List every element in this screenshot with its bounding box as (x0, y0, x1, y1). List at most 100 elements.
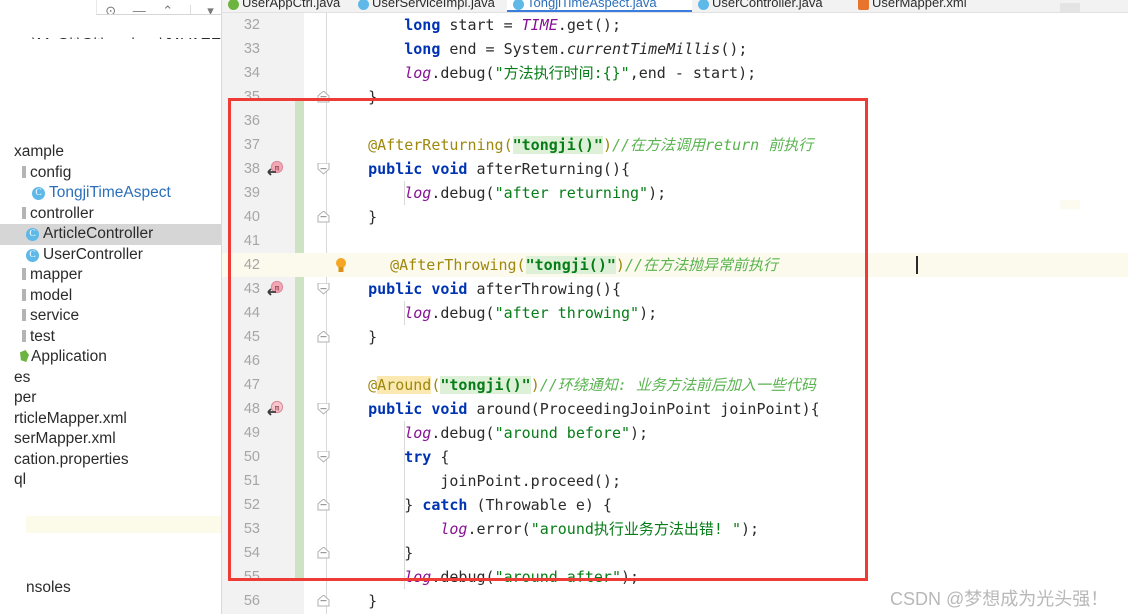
code-fold-start-icon[interactable] (317, 283, 330, 295)
project-tree[interactable]: xample config C TongjiTimeAspect controller C… (0, 142, 222, 491)
code-line[interactable]: 53 log.error("around执行业务方法出错! "); (222, 517, 1128, 541)
code-text[interactable]: public void around(ProceedingJoinPoint j… (332, 397, 820, 421)
code-line[interactable]: 41 (222, 229, 1128, 253)
tree-item-controller[interactable]: controller (0, 204, 222, 225)
tree-item-label: rticleMapper.xml (14, 409, 127, 427)
code-line[interactable]: 39 log.debug("after returning"); (222, 181, 1128, 205)
code-line[interactable]: 45 } (222, 325, 1128, 349)
code-line[interactable]: 32 long start = TIME.get(); (222, 13, 1128, 37)
tree-item-tongjitimeaspect[interactable]: C TongjiTimeAspect (0, 183, 222, 204)
code-lines[interactable]: 32 long start = TIME.get(); 33 long end =… (222, 13, 1128, 614)
code-fold-end-icon[interactable] (317, 331, 330, 343)
tree-item-rticlemapper-xml[interactable]: rticleMapper.xml (0, 409, 222, 430)
code-text[interactable]: joinPoint.proceed(); (332, 469, 621, 493)
tree-item-application[interactable]: Application (0, 347, 222, 368)
code-text[interactable]: } catch (Throwable e) { (332, 493, 612, 517)
code-line[interactable]: 33 long end = System.currentTimeMillis()… (222, 37, 1128, 61)
minimize-icon[interactable]: — (133, 4, 146, 14)
collapse-all-icon[interactable]: ⌃ (162, 4, 173, 14)
sidebar-consoles-row[interactable]: nsoles (0, 578, 222, 598)
code-line[interactable]: 49 log.debug("around before"); (222, 421, 1128, 445)
code-text[interactable]: @AfterThrowing("tongji()")//在方法抛异常前执行 (354, 253, 778, 277)
aspect-advice-icon[interactable]: m (266, 160, 286, 178)
editor-tab-usercontroller-java[interactable]: UserController.java (692, 0, 852, 12)
code-line[interactable]: 44 log.debug("after throwing"); (222, 301, 1128, 325)
code-fold-end-icon[interactable] (317, 547, 330, 559)
code-text[interactable]: } (332, 589, 377, 613)
code-text[interactable]: try { (332, 445, 449, 469)
code-line[interactable]: 47 @Around("tongji()")//环绕通知: 业务方法前后加入一些… (222, 373, 1128, 397)
code-line[interactable]: 42 @AfterThrowing("tongji()")//在方法抛异常前执行 (222, 253, 1128, 277)
code-token: log (404, 568, 432, 586)
code-text[interactable]: long end = System.currentTimeMillis(); (332, 37, 747, 61)
tree-item-per[interactable]: per (0, 388, 222, 409)
aspect-around-icon[interactable]: m (266, 400, 286, 418)
code-line[interactable]: 36 (222, 109, 1128, 133)
code-line[interactable]: 46 (222, 349, 1128, 373)
code-line[interactable]: 51 joinPoint.proceed(); (222, 469, 1128, 493)
code-text[interactable]: } (332, 85, 377, 109)
tree-item-service[interactable]: service (0, 306, 222, 327)
tree-item-mapper[interactable]: mapper (0, 265, 222, 286)
editor-tab-usermapper-xml[interactable]: UserMapper.xml (852, 0, 1002, 12)
code-text[interactable]: @Around("tongji()")//环绕通知: 业务方法前后加入一些代码 (332, 373, 816, 397)
code-text[interactable]: } (332, 541, 413, 565)
code-fold-end-icon[interactable] (317, 211, 330, 223)
tree-item-xample[interactable]: xample (0, 142, 222, 163)
code-token: start = (440, 16, 522, 34)
code-token: } (368, 328, 378, 346)
tree-item-cation-properties[interactable]: cation.properties (0, 450, 222, 471)
code-fold-end-icon[interactable] (317, 499, 330, 511)
code-line[interactable]: 43 m public void afterThrowing(){ (222, 277, 1128, 301)
chevron-down-icon[interactable]: ▾ (207, 4, 214, 14)
code-line[interactable]: 38 m public void afterReturning(){ (222, 157, 1128, 181)
tree-item-label: service (30, 307, 80, 324)
code-text[interactable]: @AfterReturning("tongji()")//在方法调用return… (332, 133, 813, 157)
editor-tab-userappctrl-java[interactable]: UserAppCtrl.java (222, 0, 352, 12)
aspect-advice-icon[interactable]: m (266, 280, 286, 298)
code-text[interactable]: log.debug("after throwing"); (332, 301, 657, 325)
code-line[interactable]: 54 } (222, 541, 1128, 565)
code-line[interactable]: 35 } (222, 85, 1128, 109)
tree-item-config[interactable]: config (0, 163, 222, 184)
code-text[interactable]: long start = TIME.get(); (332, 13, 621, 37)
tree-item-articlecontroller[interactable]: C ArticleController (0, 224, 222, 245)
code-text[interactable]: public void afterReturning(){ (332, 157, 630, 181)
tree-item-usercontroller[interactable]: C UserController (0, 245, 222, 266)
code-text[interactable]: log.debug("around before"); (332, 421, 648, 445)
tree-item-ql[interactable]: ql (0, 470, 222, 491)
editor-tab-userserviceimpl-java[interactable]: UserServiceImpl.java (352, 0, 507, 12)
code-fold-start-icon[interactable] (317, 163, 330, 175)
code-line[interactable]: 48 m public void around(ProceedingJoinPoi… (222, 397, 1128, 421)
class-icon: C (32, 187, 45, 200)
code-line[interactable]: 34 log.debug("方法执行时间:{}",end - start); (222, 61, 1128, 85)
tree-item-es[interactable]: es (0, 368, 222, 389)
code-editor[interactable]: UserAppCtrl.java UserServiceImpl.java Tong… (222, 0, 1128, 614)
code-text[interactable]: } (332, 205, 377, 229)
code-fold-start-icon[interactable] (317, 451, 330, 463)
editor-tab-tongjitimeaspect-java[interactable]: TongjiTimeAspect.java (507, 0, 692, 12)
code-line[interactable]: 52 } catch (Throwable e) { (222, 493, 1128, 517)
code-line[interactable]: 50 try { (222, 445, 1128, 469)
code-text[interactable]: log.error("around执行业务方法出错! "); (332, 517, 759, 541)
code-fold-end-icon[interactable] (317, 91, 330, 103)
code-text[interactable]: log.debug("after returning"); (332, 181, 666, 205)
tree-item-test[interactable]: test (0, 327, 222, 348)
intention-bulb-icon[interactable] (334, 257, 348, 274)
code-text[interactable]: log.debug("around after"); (332, 565, 639, 589)
code-text[interactable]: } (332, 325, 377, 349)
tree-item-sermapper-xml[interactable]: serMapper.xml (0, 429, 222, 450)
code-text[interactable]: log.debug("方法执行时间:{}",end - start); (332, 61, 756, 85)
tree-item-label: TongjiTimeAspect (49, 184, 171, 201)
code-fold-start-icon[interactable] (317, 403, 330, 415)
code-token: ); (630, 424, 649, 442)
settings-icon[interactable]: ⊙ (105, 4, 116, 14)
window-controls[interactable]: ⊙ — ⌃ ▾ (96, 0, 222, 15)
code-line[interactable]: 37 @AfterReturning("tongji()")//在方法调用ret… (222, 133, 1128, 157)
editor-tab-bar[interactable]: UserAppCtrl.java UserServiceImpl.java Tong… (222, 0, 1128, 13)
code-line[interactable]: 40 } (222, 205, 1128, 229)
tree-item-model[interactable]: model (0, 286, 222, 307)
code-text[interactable]: public void afterThrowing(){ (332, 277, 621, 301)
code-fold-end-icon[interactable] (317, 595, 330, 607)
project-path-row[interactable]: :\MyGit\Git\my-java\JAVAEE\myb (0, 17, 222, 39)
